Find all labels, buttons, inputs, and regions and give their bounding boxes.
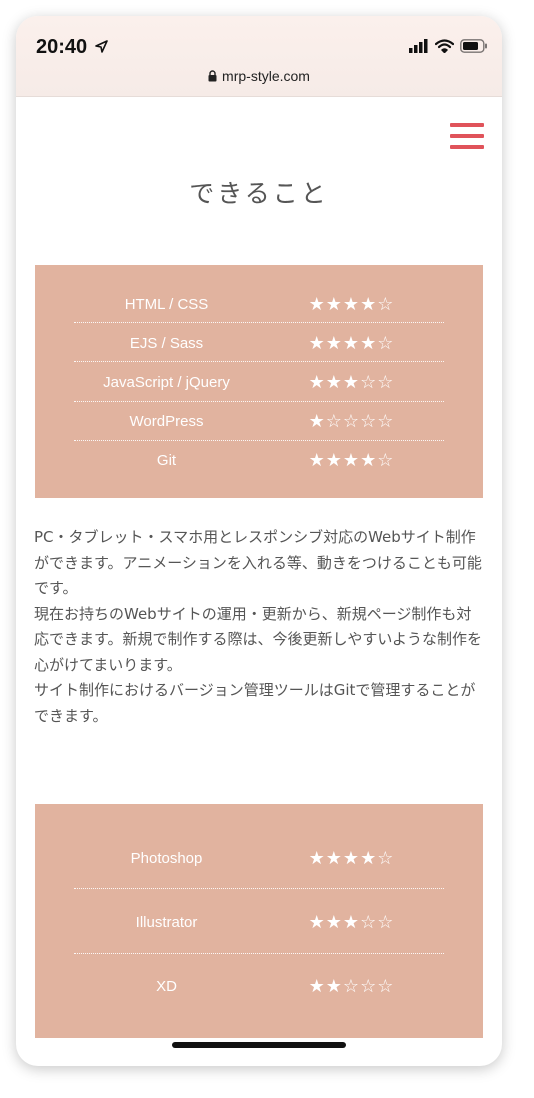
- skill-row: WordPress ★☆☆☆☆: [74, 403, 444, 439]
- skill-row: Illustrator ★★★☆☆: [74, 902, 444, 942]
- skill-stars: ★★★☆☆: [308, 911, 395, 933]
- home-indicator[interactable]: [172, 1042, 346, 1048]
- row-divider: [74, 361, 444, 362]
- skill-name: Illustrator: [135, 913, 198, 931]
- hamburger-menu-icon[interactable]: [450, 123, 484, 149]
- description-paragraph: 現在お持ちのWebサイトの運用・更新から、新規ページ制作も対応できます。新規で制…: [34, 604, 483, 674]
- url-text: mrp-style.com: [222, 68, 310, 84]
- skills-description: PC・タブレット・スマホ用とレスポンシブ対応のWebサイト制作ができます。アニメ…: [34, 525, 486, 729]
- design-skills-box: Photoshop ★★★★☆ Illustrator ★★★☆☆ XD ★★☆…: [35, 804, 483, 1038]
- address-bar[interactable]: mrp-style.com: [16, 68, 502, 85]
- wifi-icon: [434, 38, 455, 57]
- row-divider: [74, 953, 444, 954]
- row-divider: [74, 322, 444, 323]
- row-divider: [74, 888, 444, 889]
- skill-stars: ★★★☆☆: [308, 371, 395, 393]
- description-paragraph: PC・タブレット・スマホ用とレスポンシブ対応のWebサイト制作ができます。アニメ…: [34, 528, 482, 597]
- skill-stars: ★☆☆☆☆: [308, 410, 395, 432]
- skill-name: XD: [156, 977, 177, 995]
- cellular-signal-icon: [409, 38, 429, 57]
- skill-stars: ★★★★☆: [308, 449, 395, 471]
- skill-name: WordPress: [129, 412, 204, 430]
- row-divider: [74, 401, 444, 402]
- browser-status-bar: 20:40 mrp-style.com: [16, 16, 502, 97]
- lock-icon: [208, 69, 217, 85]
- skill-name: EJS / Sass: [129, 334, 204, 352]
- location-arrow-icon: [95, 38, 108, 57]
- skill-name: HTML / CSS: [124, 295, 209, 313]
- page-title: できること: [189, 179, 329, 208]
- skill-row: Git ★★★★☆: [74, 442, 444, 478]
- description-paragraph: サイト制作におけるバージョン管理ツールはGitで管理することができます。: [34, 681, 476, 725]
- row-divider: [74, 440, 444, 441]
- status-time: 20:40: [36, 36, 88, 58]
- skill-stars: ★★★★☆: [308, 847, 395, 869]
- skill-stars: ★★★★☆: [308, 293, 395, 315]
- battery-icon: [460, 38, 488, 57]
- skill-name: Photoshop: [130, 849, 203, 867]
- skill-stars: ★★☆☆☆: [308, 975, 395, 997]
- skill-stars: ★★★★☆: [308, 332, 395, 354]
- phone-frame: 20:40 mrp-style.com できること HTML / CSS ★★★…: [16, 16, 502, 1066]
- skill-row: XD ★★☆☆☆: [74, 966, 444, 1006]
- skill-row: EJS / Sass ★★★★☆: [74, 325, 444, 361]
- web-skills-box: HTML / CSS ★★★★☆ EJS / Sass ★★★★☆ JavaSc…: [35, 265, 483, 498]
- skill-row: HTML / CSS ★★★★☆: [74, 287, 444, 321]
- skill-name: Git: [156, 451, 177, 469]
- skill-name: JavaScript / jQuery: [103, 373, 230, 391]
- skill-row: Photoshop ★★★★☆: [74, 838, 444, 878]
- skill-row: JavaScript / jQuery ★★★☆☆: [74, 364, 444, 400]
- status-icons: [409, 38, 488, 57]
